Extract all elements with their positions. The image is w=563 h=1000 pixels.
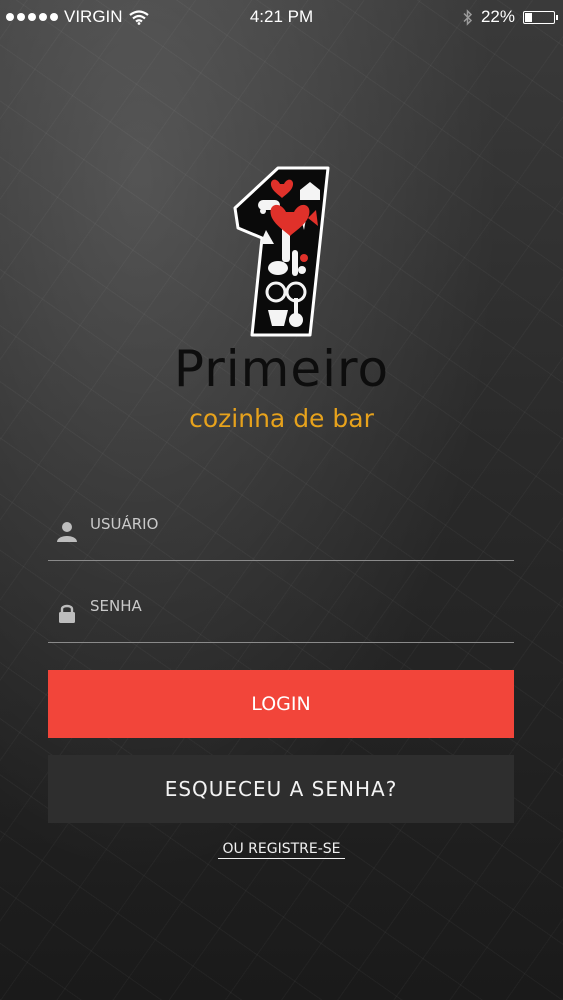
register-container: OU REGISTRE-SE [0,838,563,859]
lock-icon [59,604,75,623]
brand-tagline: cozinha de bar [189,404,374,433]
status-bar: VIRGIN 4:21 PM 22% [0,0,563,34]
brand-name: Primeiro [173,340,390,398]
password-input[interactable] [88,590,502,622]
username-field[interactable] [48,500,514,561]
username-input[interactable] [88,508,502,540]
forgot-password-button[interactable]: ESQUECEU A SENHA? [48,755,514,823]
bluetooth-icon [463,8,473,26]
battery-percentage: 22% [480,7,515,26]
primeiro-logo [233,166,330,337]
register-link[interactable]: OU REGISTRE-SE [218,841,345,859]
user-icon [57,522,77,542]
login-screen: VIRGIN 4:21 PM 22% Primeiro cozinha de b… [0,0,563,1000]
password-field[interactable] [48,582,514,643]
battery-icon [523,10,558,24]
login-button[interactable]: LOGIN [48,670,514,738]
